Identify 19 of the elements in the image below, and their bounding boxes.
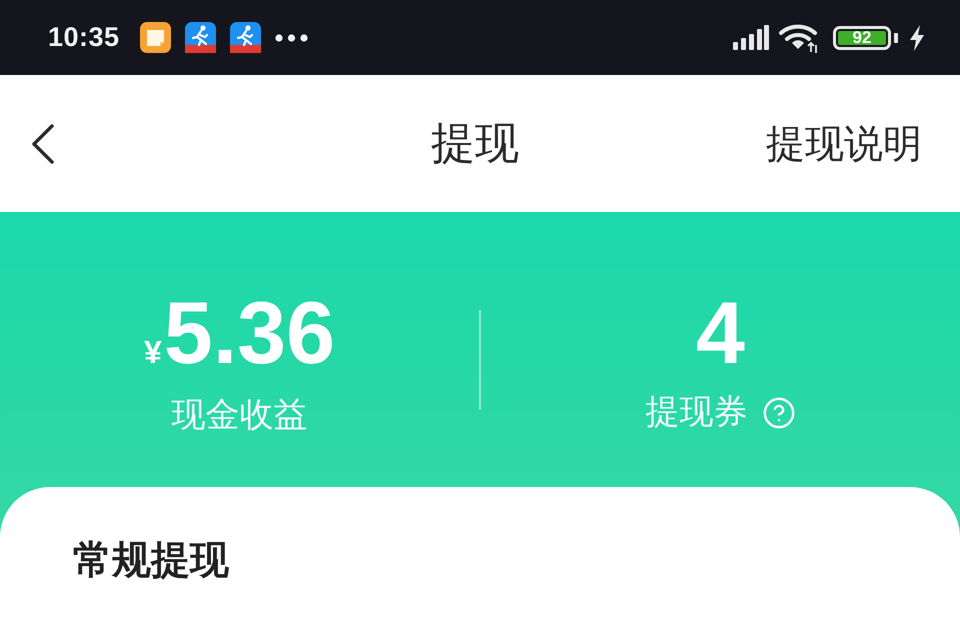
section-title: 常规提现 (73, 537, 229, 585)
charging-bolt-icon (908, 24, 926, 50)
stat-value: 5.36 (164, 298, 336, 368)
battery-cap-icon (894, 32, 898, 42)
stat-label: 提现券 (646, 394, 748, 432)
battery-level: 92 (852, 29, 872, 46)
stat-value: 4 (696, 298, 745, 368)
back-chevron-icon (30, 124, 56, 164)
runner-app-icon (184, 22, 216, 53)
status-time: 10:35 (48, 22, 120, 53)
note-app-icon (140, 22, 171, 53)
wifi-icon (779, 22, 819, 52)
page-title: 提现 (431, 117, 519, 171)
currency-symbol: ¥ (144, 334, 162, 371)
more-dots-icon (274, 34, 308, 42)
instructions-link[interactable]: 提现说明 (766, 116, 922, 170)
runner-app-icon (230, 22, 261, 53)
stat-label: 现金收益 (172, 397, 308, 434)
signal-icon (733, 25, 769, 50)
